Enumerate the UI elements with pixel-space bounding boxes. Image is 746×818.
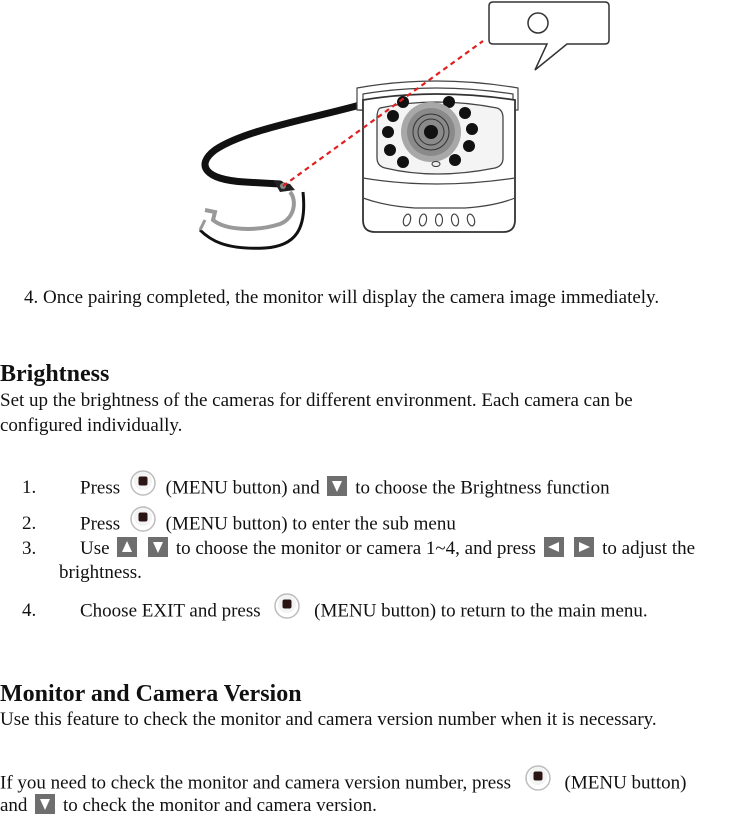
arrow-down-icon	[148, 536, 169, 557]
step-number: 3.	[22, 538, 37, 559]
step-number: 1.	[22, 477, 37, 499]
brightness-description-line1: Set up the brightness of the cameras for…	[0, 390, 633, 411]
brightness-step-1: 1. Press (MENU button) and to choose the …	[22, 470, 610, 503]
brightness-step-4: 4. Choose EXIT and press (MENU button) to…	[22, 593, 648, 626]
brightness-step-2: 2. Press (MENU button) to enter the sub m…	[22, 506, 456, 539]
brightness-heading: Brightness	[0, 361, 110, 387]
arrow-right-icon	[574, 536, 595, 557]
menu-button-icon	[129, 505, 157, 533]
step-text: Use	[80, 538, 110, 559]
brightness-step-3: 3. Use to choose the monitor or camera 1~…	[22, 536, 696, 561]
instruction-text: If you need to check the monitor and cam…	[0, 772, 512, 794]
brightness-description-line2: configured individually.	[0, 415, 183, 436]
camera-cable	[201, 101, 364, 188]
version-description: Use this feature to check the monitor an…	[0, 709, 657, 730]
step-number: 2.	[22, 513, 37, 535]
speech-bubble-icon	[488, 1, 610, 71]
menu-button-icon	[129, 469, 157, 497]
camera-body	[356, 80, 519, 233]
step-text: (MENU button) to return to the main menu…	[314, 600, 648, 622]
step-text: (MENU button) and	[165, 477, 320, 499]
arrow-down-icon	[35, 793, 56, 814]
instruction-text: (MENU button)	[564, 772, 687, 794]
menu-button-icon	[524, 764, 552, 792]
step-text: (MENU button) to enter the sub menu	[165, 513, 456, 535]
camera-pairing-illustration	[185, 0, 615, 260]
brightness-step-3-continuation: brightness.	[59, 562, 142, 583]
step-text: Choose EXIT and press	[80, 600, 261, 622]
version-heading: Monitor and Camera Version	[0, 681, 302, 707]
menu-button-icon	[273, 592, 301, 620]
step-text: Press	[80, 477, 121, 499]
arrow-down-icon	[327, 476, 348, 496]
version-instruction-line2: and to check the monitor and camera vers…	[0, 793, 377, 818]
step-text: Press	[80, 513, 121, 535]
instruction-text: to check the monitor and camera version.	[62, 795, 377, 816]
arrow-up-icon	[117, 536, 138, 557]
pairing-complete-text: 4. Once pairing completed, the monitor w…	[24, 287, 660, 308]
step-number: 4.	[22, 600, 37, 622]
step-text: to choose the monitor or camera 1~4, and…	[175, 538, 536, 559]
arrow-left-icon	[543, 536, 564, 557]
instruction-text: and	[0, 795, 28, 816]
step-text: to choose the Brightness function	[355, 477, 610, 499]
step-text: to adjust the	[602, 538, 696, 559]
